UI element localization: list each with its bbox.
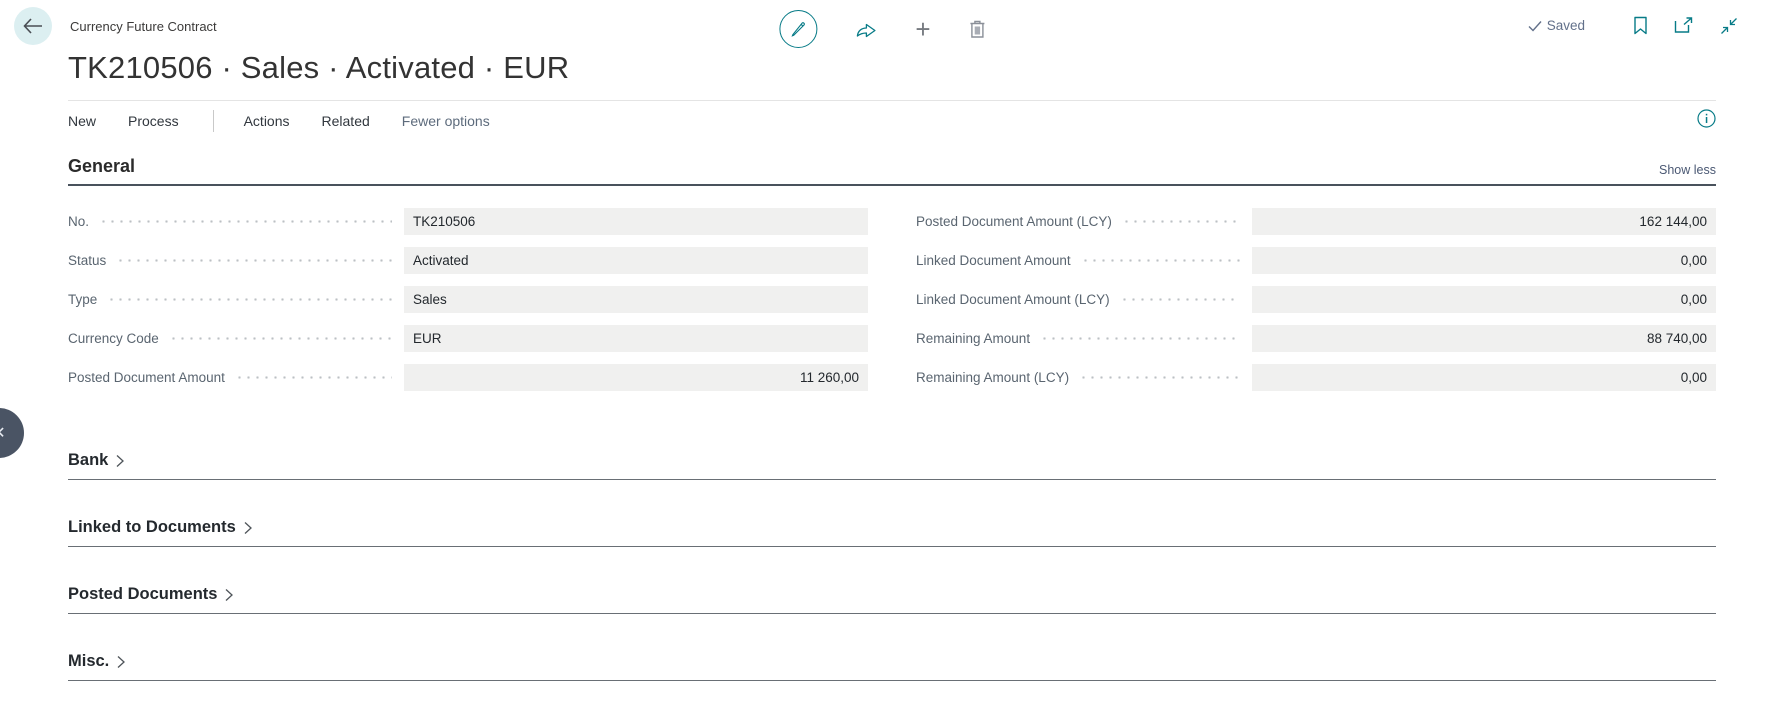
field-label: Type <box>68 292 97 307</box>
general-header: General Show less <box>68 156 1716 186</box>
remaining-amount-field[interactable]: 88 740,00 <box>1252 325 1716 352</box>
fasttab-title: Bank <box>68 451 108 470</box>
dotted-leader <box>169 337 392 340</box>
bookmark-button[interactable] <box>1629 12 1652 39</box>
system-toolbar: Saved <box>1528 12 1742 39</box>
menu-process[interactable]: Process <box>128 113 179 129</box>
field-label: Remaining Amount (LCY) <box>916 370 1069 385</box>
fasttab-misc[interactable]: Misc. <box>68 652 1716 681</box>
field-row-posted-document-amount: Posted Document Amount 11 260,00 <box>68 364 868 391</box>
action-bar: New Process Actions Related Fewer option… <box>68 100 1716 132</box>
fasttab-bank[interactable]: Bank <box>68 451 1716 480</box>
open-in-window-button[interactable] <box>1670 13 1698 38</box>
type-field[interactable]: Sales <box>404 286 868 313</box>
new-button[interactable]: + <box>911 12 934 46</box>
page-caption: Currency Future Contract <box>70 19 217 34</box>
field-row-remaining-amount-lcy: Remaining Amount (LCY) 0,00 <box>916 364 1716 391</box>
field-row-remaining-amount: Remaining Amount 88 740,00 <box>916 325 1716 352</box>
fewer-options-toggle[interactable]: Fewer options <box>402 113 490 129</box>
open-in-window-icon <box>1674 17 1694 34</box>
posted-document-amount-lcy-field[interactable]: 162 144,00 <box>1252 208 1716 235</box>
dotted-leader <box>116 259 392 262</box>
back-arrow-icon <box>23 18 43 34</box>
field-label: Posted Document Amount (LCY) <box>916 214 1112 229</box>
field-row-linked-document-amount-lcy: Linked Document Amount (LCY) 0,00 <box>916 286 1716 313</box>
fasttab-title: Misc. <box>68 652 109 671</box>
record-toolbar: + <box>775 6 990 52</box>
info-button[interactable] <box>1697 109 1716 128</box>
right-column: Posted Document Amount (LCY) 162 144,00 … <box>916 208 1716 403</box>
saved-label: Saved <box>1547 18 1585 33</box>
field-label: Currency Code <box>68 331 159 346</box>
edit-pencil-icon <box>779 10 817 48</box>
field-label: Linked Document Amount (LCY) <box>916 292 1110 307</box>
share-icon <box>855 19 877 39</box>
collapse-button[interactable] <box>1716 13 1742 39</box>
chevron-right-icon <box>116 655 126 669</box>
chevron-right-icon <box>243 521 253 535</box>
field-label: Remaining Amount <box>916 331 1030 346</box>
menu-new[interactable]: New <box>68 113 96 129</box>
dotted-leader <box>1122 220 1240 223</box>
field-row-posted-document-amount-lcy: Posted Document Amount (LCY) 162 144,00 <box>916 208 1716 235</box>
field-label: Linked Document Amount <box>916 253 1071 268</box>
delete-button[interactable] <box>965 15 991 43</box>
chevron-right-icon <box>224 588 234 602</box>
posted-document-amount-field[interactable]: 11 260,00 <box>404 364 868 391</box>
checkmark-icon <box>1528 20 1542 32</box>
dotted-leader <box>1081 259 1240 262</box>
side-panel-handle-button[interactable]: ✕ <box>0 408 24 458</box>
no-field[interactable]: TK210506 <box>404 208 868 235</box>
menu-related[interactable]: Related <box>322 113 370 129</box>
top-bar: Currency Future Contract + Saved <box>0 0 1766 48</box>
remaining-amount-lcy-field[interactable]: 0,00 <box>1252 364 1716 391</box>
fasttab-title: Linked to Documents <box>68 518 236 537</box>
trash-icon <box>969 19 987 39</box>
share-button[interactable] <box>851 15 881 43</box>
menu-actions[interactable]: Actions <box>244 113 290 129</box>
edit-button[interactable] <box>775 6 821 52</box>
general-fields: No. TK210506 Status Activated Type Sales… <box>68 208 1716 403</box>
collapse-icon <box>1720 17 1738 35</box>
dotted-leader <box>99 220 392 223</box>
general-section-title[interactable]: General <box>68 156 135 177</box>
save-status: Saved <box>1528 18 1585 33</box>
field-row-status: Status Activated <box>68 247 868 274</box>
fasttab-linked-to-documents[interactable]: Linked to Documents <box>68 518 1716 547</box>
field-label: Status <box>68 253 106 268</box>
bookmark-icon <box>1633 16 1648 35</box>
menu-separator <box>213 110 214 132</box>
plus-icon: + <box>915 16 930 42</box>
dotted-leader <box>235 376 392 379</box>
status-field[interactable]: Activated <box>404 247 868 274</box>
linked-document-amount-field[interactable]: 0,00 <box>1252 247 1716 274</box>
field-label: Posted Document Amount <box>68 370 225 385</box>
field-row-no: No. TK210506 <box>68 208 868 235</box>
chevron-right-icon <box>115 454 125 468</box>
general-fasttab: General Show less No. TK210506 Status Ac… <box>68 156 1716 403</box>
fasttab-title: Posted Documents <box>68 585 217 604</box>
info-icon <box>1697 109 1716 128</box>
field-row-currency-code: Currency Code EUR <box>68 325 868 352</box>
linked-document-amount-lcy-field[interactable]: 0,00 <box>1252 286 1716 313</box>
dotted-leader <box>1079 376 1240 379</box>
fasttab-posted-documents[interactable]: Posted Documents <box>68 585 1716 614</box>
dotted-leader <box>1120 298 1240 301</box>
currency-code-field[interactable]: EUR <box>404 325 868 352</box>
field-label: No. <box>68 214 89 229</box>
dotted-leader <box>107 298 392 301</box>
collapsed-fasttabs: Bank Linked to Documents Posted Document… <box>68 451 1716 681</box>
field-row-linked-document-amount: Linked Document Amount 0,00 <box>916 247 1716 274</box>
back-button[interactable] <box>14 7 52 45</box>
field-row-type: Type Sales <box>68 286 868 313</box>
dotted-leader <box>1040 337 1240 340</box>
show-less-link[interactable]: Show less <box>1659 163 1716 177</box>
left-column: No. TK210506 Status Activated Type Sales… <box>68 208 868 403</box>
page-title: TK210506 · Sales · Activated · EUR <box>68 50 1716 86</box>
